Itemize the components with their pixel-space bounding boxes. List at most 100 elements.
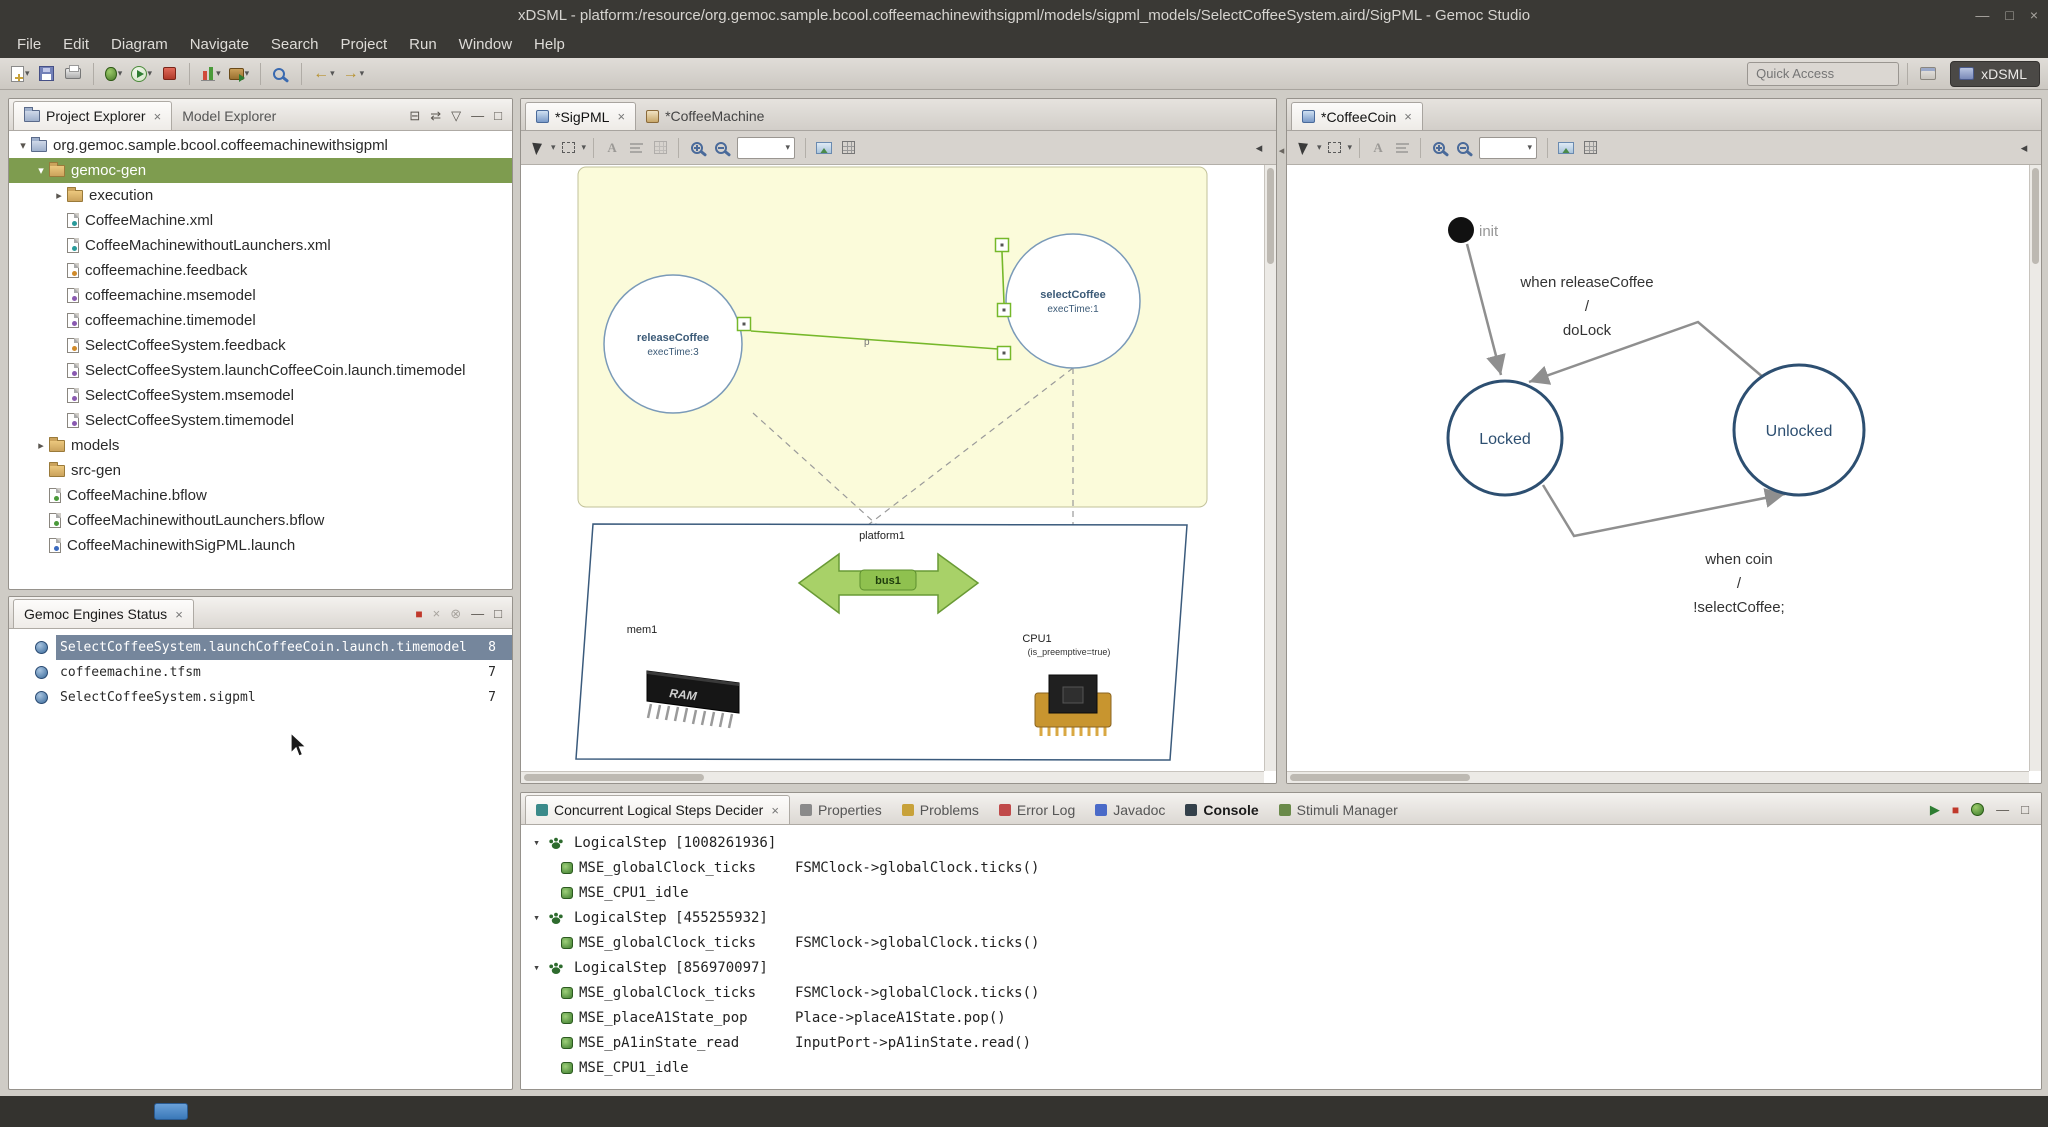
close-icon[interactable]: × <box>617 109 625 124</box>
run-dropdown-icon[interactable]: ▾ <box>148 68 153 79</box>
port[interactable] <box>998 304 1011 317</box>
zoom-level-combo[interactable]: ▾ <box>1479 137 1537 159</box>
tree-item-gemoc-gen[interactable]: ▾ gemoc-gen <box>9 158 512 183</box>
palette-collapse-button[interactable]: ◂ <box>2013 136 2035 160</box>
status-progress-item[interactable] <box>154 1103 188 1120</box>
stop-engine-button[interactable]: ■ <box>415 608 422 620</box>
mse-row[interactable]: MSE_globalClock_ticks FSMClock->globalCl… <box>521 980 2041 1005</box>
editor-sash[interactable]: ◂ <box>1277 98 1286 784</box>
tree-item-execution[interactable]: ▸ execution <box>9 183 512 208</box>
tab-console[interactable]: Console <box>1175 795 1268 824</box>
sash-collapse-icon[interactable]: ◂ <box>1279 144 1285 784</box>
tab-problems[interactable]: Problems <box>892 795 989 824</box>
logical-step-row[interactable]: ▾ LogicalStep [856970097] <box>521 955 2041 980</box>
grid-button[interactable] <box>837 136 859 160</box>
engine-row[interactable]: SelectCoffeeSystem.launchCoffeeCoin.laun… <box>9 635 512 660</box>
engine-row[interactable]: SelectCoffeeSystem.sigpml 7 <box>9 685 512 710</box>
close-icon[interactable]: × <box>154 109 162 124</box>
init-state[interactable] <box>1448 217 1474 243</box>
tree-item-coffeemachinewithsigpml-launch[interactable]: CoffeeMachinewithSigPML.launch <box>9 533 512 558</box>
close-icon[interactable]: × <box>1404 109 1412 124</box>
tab-sigpml[interactable]: *SigPML × <box>525 102 636 130</box>
scrollbar-handle[interactable] <box>1267 168 1274 264</box>
menu-project[interactable]: Project <box>329 32 398 57</box>
scrollbar-handle[interactable] <box>1290 774 1470 781</box>
tree-item-coffeemachine-nolaunchers-xml[interactable]: CoffeeMachinewithoutLaunchers.xml <box>9 233 512 258</box>
vertical-scrollbar[interactable] <box>2029 165 2041 771</box>
zoom-level-combo[interactable]: ▾ <box>737 137 795 159</box>
sigpml-canvas[interactable]: releaseCoffee execTime:3 selectCoffee ex… <box>521 165 1276 783</box>
menu-run[interactable]: Run <box>398 32 448 57</box>
stop-button[interactable] <box>157 61 181 87</box>
forward-button[interactable]: →▾ <box>340 61 368 87</box>
maximize-view-button[interactable]: □ <box>2021 803 2029 816</box>
maximize-view-button[interactable]: □ <box>494 109 502 122</box>
align-button[interactable] <box>1391 136 1413 160</box>
node-selectcoffee[interactable] <box>1006 234 1140 368</box>
run-button[interactable]: ▾ <box>128 61 156 87</box>
save-button[interactable] <box>35 61 59 87</box>
debug-dropdown-icon[interactable]: ▾ <box>118 68 123 79</box>
expand-icon[interactable]: ▸ <box>33 439 49 452</box>
forward-dropdown-icon[interactable]: ▾ <box>360 68 365 79</box>
logical-step-row[interactable]: ▾ LogicalStep [455255932] <box>521 905 2041 930</box>
vertical-scrollbar[interactable] <box>1264 165 1276 771</box>
menu-file[interactable]: File <box>6 32 52 57</box>
mse-row[interactable]: MSE_placeA1State_pop Place->placeA1State… <box>521 1005 2041 1030</box>
marquee-tool-dropdown-icon[interactable]: ▾ <box>1348 142 1353 153</box>
quick-access-input[interactable] <box>1747 62 1899 86</box>
port[interactable] <box>996 239 1009 252</box>
back-dropdown-icon[interactable]: ▾ <box>330 68 335 79</box>
mse-row[interactable]: MSE_pA1inState_read InputPort->pA1inStat… <box>521 1030 2041 1055</box>
zoom-out-button[interactable] <box>1452 136 1474 160</box>
tree-item-selectcoffee-launch-timemodel[interactable]: SelectCoffeeSystem.launchCoffeeCoin.laun… <box>9 358 512 383</box>
tab-project-explorer[interactable]: Project Explorer × <box>13 101 172 130</box>
mse-row[interactable]: MSE_CPU1_idle <box>521 1055 2041 1080</box>
tree-item-coffeemachine-msemodel[interactable]: coffeemachine.msemodel <box>9 283 512 308</box>
coverage-button[interactable]: ▾ <box>198 61 224 87</box>
tree-item-coffeemachine-xml[interactable]: CoffeeMachine.xml <box>9 208 512 233</box>
tree-item-coffeemachine-feedback[interactable]: coffeemachine.feedback <box>9 258 512 283</box>
logical-step-row[interactable]: ▾ LogicalStep [1008261936] <box>521 830 2041 855</box>
tab-coffeemachine[interactable]: *CoffeeMachine <box>636 102 774 130</box>
horizontal-scrollbar[interactable] <box>1287 771 2029 783</box>
font-button[interactable]: A <box>1367 136 1389 160</box>
expand-icon[interactable]: ▾ <box>529 961 544 974</box>
grid-button[interactable] <box>1579 136 1601 160</box>
open-perspective-button[interactable] <box>1916 61 1940 87</box>
tree-item-src-gen[interactable]: src-gen <box>9 458 512 483</box>
zoom-in-button[interactable] <box>686 136 708 160</box>
tree-item-coffeemachine-bflow[interactable]: CoffeeMachine.bflow <box>9 483 512 508</box>
menu-search[interactable]: Search <box>260 32 330 57</box>
menu-help[interactable]: Help <box>523 32 576 57</box>
decider-settings-button[interactable] <box>1971 803 1984 816</box>
decider-stop-button[interactable]: ■ <box>1952 804 1959 816</box>
print-button[interactable] <box>61 61 85 87</box>
port[interactable] <box>998 347 1011 360</box>
scrollbar-handle[interactable] <box>524 774 704 781</box>
zoom-combo-dropdown-icon[interactable]: ▾ <box>1528 142 1533 153</box>
debug-button[interactable]: ▾ <box>102 61 126 87</box>
remove-all-engines-button[interactable]: ⊗ <box>450 607 461 620</box>
marquee-tool-button[interactable] <box>1324 136 1346 160</box>
external-tools-button[interactable]: ▾ <box>226 61 253 87</box>
palette-collapse-button[interactable]: ◂ <box>1248 136 1270 160</box>
tab-coffeecoin[interactable]: *CoffeeCoin × <box>1291 102 1423 130</box>
transition-coin[interactable] <box>1543 485 1785 536</box>
tab-gemoc-engines-status[interactable]: Gemoc Engines Status × <box>13 599 194 628</box>
select-tool-dropdown-icon[interactable]: ▾ <box>551 142 556 153</box>
close-icon[interactable]: × <box>175 607 183 622</box>
engine-row[interactable]: coffeemachine.tfsm 7 <box>9 660 512 685</box>
tree-item-project-root[interactable]: ▾ org.gemoc.sample.bcool.coffeemachinewi… <box>9 133 512 158</box>
menu-window[interactable]: Window <box>448 32 523 57</box>
window-close-button[interactable]: × <box>2030 8 2038 22</box>
view-menu-button[interactable]: ▽ <box>451 109 461 122</box>
font-button[interactable]: A <box>601 136 623 160</box>
back-button[interactable]: ←▾ <box>310 61 338 87</box>
select-tool-dropdown-icon[interactable]: ▾ <box>1317 142 1322 153</box>
tree-item-coffeemachine-nolaunchers-bflow[interactable]: CoffeeMachinewithoutLaunchers.bflow <box>9 508 512 533</box>
new-dropdown-icon[interactable]: ▾ <box>25 68 30 79</box>
scrollbar-handle[interactable] <box>2032 168 2039 264</box>
tab-model-explorer[interactable]: Model Explorer <box>172 101 286 130</box>
close-icon[interactable]: × <box>771 803 779 818</box>
